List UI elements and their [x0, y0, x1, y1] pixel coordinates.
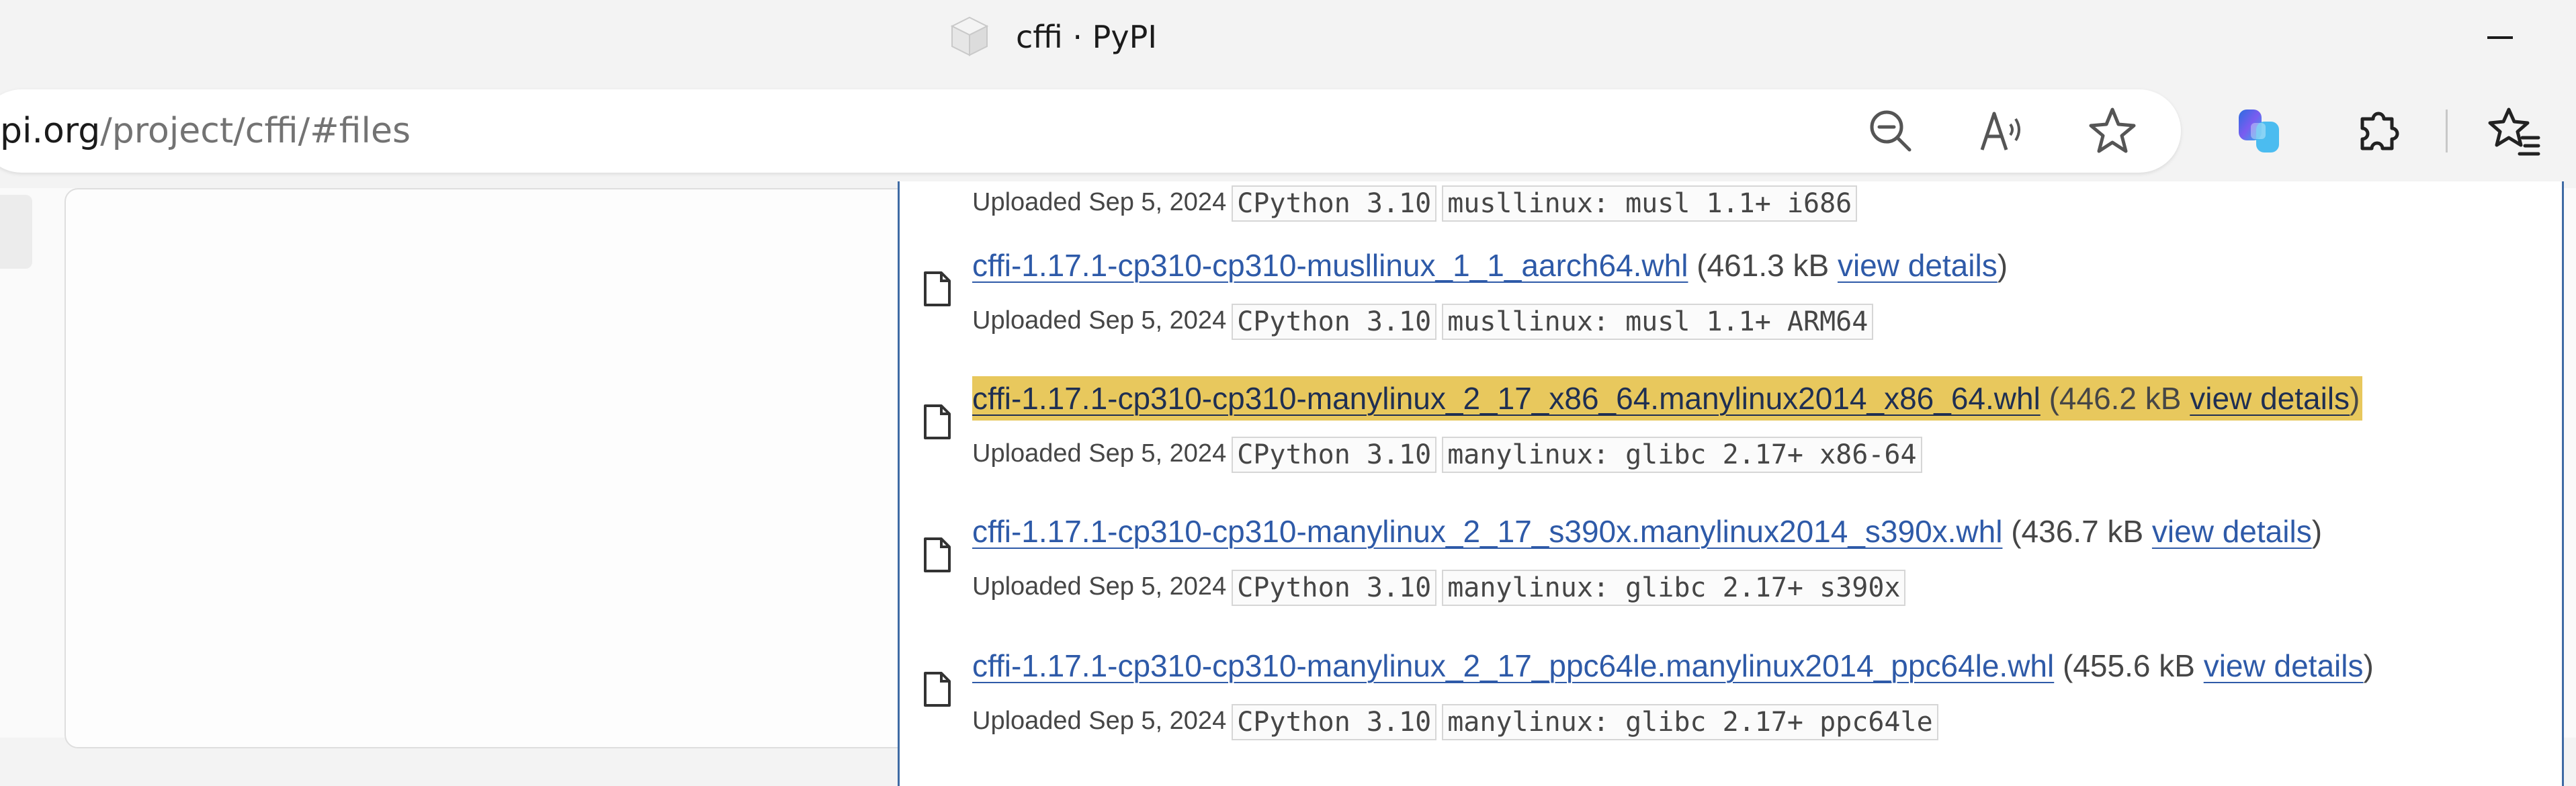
python-tag: CPython 3.10	[1232, 703, 1437, 740]
file-size: (461.3 kB	[1697, 248, 1830, 283]
favorites-icon[interactable]	[2487, 104, 2541, 158]
file-icon	[922, 536, 952, 574]
upload-date: Uploaded Sep 5, 2024	[972, 707, 1227, 735]
python-tag: CPython 3.10	[1232, 569, 1437, 606]
file-line: cffi-1.17.1-cp310-cp310-musllinux_1_1_aa…	[972, 243, 2008, 288]
star-icon[interactable]	[2086, 104, 2139, 158]
platform-tag: manylinux: glibc 2.17+ ppc64le	[1442, 703, 1938, 740]
close-paren: )	[2311, 514, 2323, 549]
close-paren: )	[1997, 248, 2008, 283]
view-details-link[interactable]: view details	[1838, 248, 1998, 283]
python-tag: CPython 3.10	[1232, 185, 1437, 222]
minimize-button[interactable]	[2479, 20, 2520, 54]
file-download-link[interactable]: cffi-1.17.1-cp310-cp310-manylinux_2_17_p…	[972, 648, 2054, 683]
zoom-out-icon[interactable]	[1864, 104, 1918, 158]
file-download-link[interactable]: cffi-1.17.1-cp310-cp310-manylinux_2_17_x…	[972, 381, 2041, 416]
upload-date: Uploaded Sep 5, 2024	[972, 306, 1227, 335]
url-path: /project/cffi/#files	[100, 111, 411, 151]
close-paren: )	[2363, 648, 2374, 683]
platform-tag: musllinux: musl 1.1+ ARM64	[1442, 303, 1874, 340]
left-nav-stub	[0, 195, 32, 269]
file-meta: Uploaded Sep 5, 2024 CPython 3.10 musllinu…	[972, 184, 1858, 222]
url-text[interactable]: pi.org/project/cffi/#files	[0, 108, 411, 154]
file-meta: Uploaded Sep 5, 2024 CPython 3.10 manylinu…	[972, 568, 1906, 606]
file-meta: Uploaded Sep 5, 2024 CPython 3.10 manylinu…	[972, 703, 1938, 740]
platform-tag: manylinux: glibc 2.17+ s390x	[1442, 569, 1906, 606]
close-paren: )	[2350, 381, 2360, 416]
url-host: pi.org	[0, 111, 101, 151]
read-aloud-icon[interactable]	[1975, 104, 2029, 158]
file-icon	[922, 403, 952, 441]
file-download-link[interactable]: cffi-1.17.1-cp310-cp310-manylinux_2_17_s…	[972, 514, 2002, 549]
upload-date: Uploaded Sep 5, 2024	[972, 439, 1227, 468]
python-tag: CPython 3.10	[1232, 303, 1437, 340]
file-icon	[922, 670, 952, 708]
address-bar[interactable]: pi.org/project/cffi/#files	[0, 89, 2181, 173]
file-meta: Uploaded Sep 5, 2024 CPython 3.10 manylinu…	[972, 435, 1922, 473]
file-line: cffi-1.17.1-cp310-cp310-manylinux_2_17_s…	[972, 509, 2322, 554]
page-content: Uploaded Sep 5, 2024 CPython 3.10 musllinu…	[0, 181, 2576, 786]
view-details-link[interactable]: view details	[2152, 514, 2312, 549]
python-tag: CPython 3.10	[1232, 436, 1437, 473]
file-size: (455.6 kB	[2063, 648, 2195, 683]
file-size: (436.7 kB	[2011, 514, 2144, 549]
file-line: cffi-1.17.1-cp310-cp310-manylinux_2_17_x…	[972, 376, 2363, 421]
platform-tag: musllinux: musl 1.1+ i686	[1442, 185, 1858, 222]
file-meta: Uploaded Sep 5, 2024 CPython 3.10 musllinu…	[972, 302, 1874, 340]
window-title: cffi · PyPI	[1016, 19, 1157, 55]
puzzle-icon[interactable]	[2353, 104, 2407, 158]
file-line: cffi-1.17.1-cp310-cp310-manylinux_2_17_p…	[972, 644, 2374, 688]
files-list: Uploaded Sep 5, 2024 CPython 3.10 musllinu…	[898, 181, 2564, 786]
view-details-link[interactable]: view details	[2204, 648, 2364, 683]
file-download-link[interactable]: cffi-1.17.1-cp310-cp310-musllinux_1_1_aa…	[972, 248, 1688, 283]
file-size: (446.2 kB	[2049, 381, 2182, 416]
pypi-cube-icon	[948, 15, 991, 58]
copilot-icon[interactable]	[2232, 104, 2286, 158]
upload-date: Uploaded Sep 5, 2024	[972, 572, 1227, 601]
file-icon	[922, 270, 952, 308]
view-details-link[interactable]: view details	[2190, 381, 2350, 416]
upload-date: Uploaded Sep 5, 2024	[972, 188, 1227, 216]
toolbar-divider	[2446, 110, 2448, 152]
platform-tag: manylinux: glibc 2.17+ x86-64	[1442, 436, 1922, 473]
title-bar: cffi · PyPI	[0, 0, 2576, 74]
